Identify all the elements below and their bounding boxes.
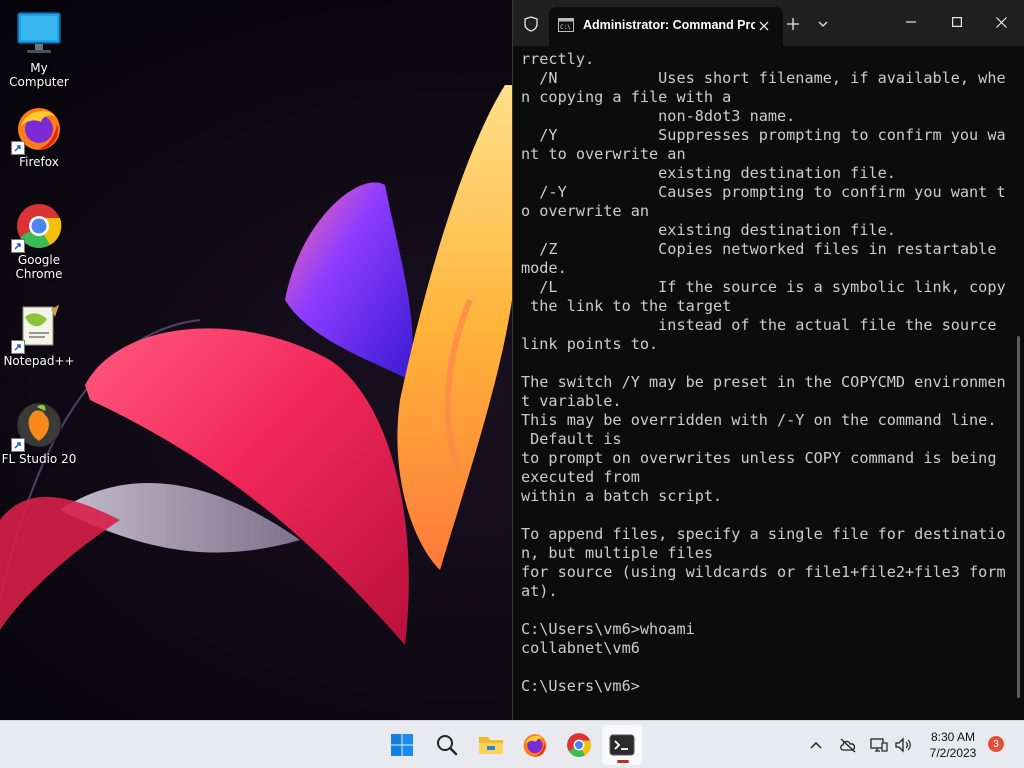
active-app-indicator xyxy=(617,760,629,763)
terminal-scrollbar[interactable] xyxy=(1017,336,1020,698)
window-close-button[interactable] xyxy=(978,8,1024,36)
minimize-button[interactable] xyxy=(888,8,934,36)
chevron-up-icon xyxy=(810,741,822,749)
monitor-network-icon xyxy=(870,738,888,752)
shortcut-arrow-icon xyxy=(11,141,25,155)
speaker-icon xyxy=(895,737,911,753)
desktop-icon-label: FL Studio 20 xyxy=(1,452,77,466)
desktop-icon-label: Notepad++ xyxy=(3,354,75,368)
cmd-icon: C:\ xyxy=(557,17,575,33)
tab-command-prompt[interactable]: C:\ Administrator: Command Prompt xyxy=(549,7,783,46)
desktop-icon-google-chrome[interactable]: Google Chrome xyxy=(0,202,78,281)
tab-title: Administrator: Command Prompt xyxy=(583,18,755,32)
search-icon xyxy=(437,735,458,756)
desktop-icon-label: Google Chrome xyxy=(15,253,63,281)
tab-dropdown-button[interactable] xyxy=(813,14,833,34)
terminal-icon xyxy=(609,734,635,756)
monitor-icon xyxy=(15,10,63,58)
shortcut-arrow-icon xyxy=(11,239,25,253)
taskbar-firefox-button[interactable] xyxy=(515,725,555,765)
clock-date: 7/2/2023 xyxy=(929,746,977,760)
show-hidden-icons-button[interactable] xyxy=(806,733,826,757)
shield-icon xyxy=(521,14,541,34)
desktop-icon-label: My Computer xyxy=(9,61,69,89)
minimize-icon xyxy=(906,21,916,23)
terminal-output[interactable]: rrectly. /N Uses short filename, if avai… xyxy=(521,50,1011,710)
desktop-icon-firefox[interactable]: Firefox xyxy=(0,104,78,169)
file-explorer-icon xyxy=(479,737,503,754)
notification-badge[interactable]: 3 xyxy=(988,736,1004,752)
shortcut-arrow-icon xyxy=(11,340,25,354)
terminal-window[interactable]: C:\ Administrator: Command Prompt rrectl… xyxy=(512,0,1024,720)
new-tab-button[interactable] xyxy=(783,14,803,34)
desktop-icon-label: Firefox xyxy=(19,155,59,169)
volume-button[interactable] xyxy=(892,733,914,757)
taskbar-terminal-button[interactable] xyxy=(602,725,642,765)
close-icon xyxy=(995,16,1007,28)
clock-time: 8:30 AM xyxy=(930,730,976,744)
taskbar-chrome-button[interactable] xyxy=(559,725,599,765)
maximize-button[interactable] xyxy=(934,8,980,36)
start-button[interactable] xyxy=(382,725,422,765)
close-icon xyxy=(759,21,769,31)
notepadpp-icon xyxy=(11,303,63,354)
maximize-icon xyxy=(952,17,962,27)
chrome-icon xyxy=(11,202,63,253)
search-button[interactable] xyxy=(427,725,467,765)
cloud-offline-icon xyxy=(840,738,856,753)
flstudio-icon xyxy=(11,401,63,452)
firefox-icon xyxy=(11,104,63,155)
terminal-titlebar[interactable]: C:\ Administrator: Command Prompt xyxy=(513,0,1024,46)
svg-text:C:\: C:\ xyxy=(560,24,571,31)
start-icon xyxy=(391,734,413,756)
desktop-icon-my-computer[interactable]: My Computer xyxy=(0,10,78,89)
chrome-icon xyxy=(567,733,592,757)
display-button[interactable] xyxy=(868,733,890,757)
chevron-down-icon xyxy=(818,21,828,27)
shortcut-arrow-icon xyxy=(11,438,25,452)
system-clock[interactable]: 8:30 AM 7/2/2023 xyxy=(916,729,990,761)
desktop-icon-notepadpp[interactable]: Notepad++ xyxy=(0,303,78,368)
network-button[interactable] xyxy=(836,733,860,757)
firefox-icon xyxy=(523,734,547,757)
taskbar: 8:30 AM 7/2/2023 xyxy=(0,720,1024,768)
file-explorer-button[interactable] xyxy=(471,725,511,765)
tab-close-button[interactable] xyxy=(755,17,773,35)
plus-icon xyxy=(787,18,799,30)
desktop-icon-fl-studio[interactable]: FL Studio 20 xyxy=(0,401,78,466)
